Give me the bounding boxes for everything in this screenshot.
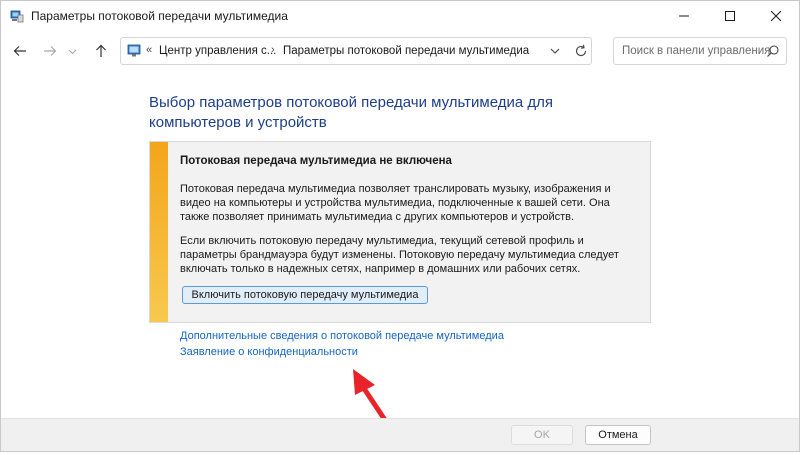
search-icon[interactable] <box>766 44 780 58</box>
media-streaming-window: Параметры потоковой передачи мультимедиа <box>0 0 800 452</box>
close-button[interactable] <box>753 1 799 31</box>
breadcrumb-separator[interactable]: › <box>271 44 275 56</box>
chevron-down-icon <box>68 49 76 54</box>
search-input[interactable]: Поиск в панели управления <box>613 37 787 65</box>
page-heading: Выбор параметров потоковой передачи муль… <box>149 94 554 131</box>
address-history-button[interactable] <box>547 43 563 59</box>
refresh-button[interactable] <box>573 43 589 59</box>
navigation-bar: « Центр управления с... › Параметры пото… <box>1 31 799 73</box>
back-button[interactable] <box>7 39 33 63</box>
arrow-left-icon <box>13 46 26 56</box>
breadcrumb-current-page[interactable]: Параметры потоковой передачи мультимедиа <box>283 45 529 57</box>
main-content: Выбор параметров потоковой передачи муль… <box>1 73 799 450</box>
minimize-icon <box>679 15 689 17</box>
control-panel-icon <box>127 44 141 58</box>
title-bar[interactable]: Параметры потоковой передачи мультимедиа <box>1 1 799 31</box>
media-streaming-icon <box>10 9 24 23</box>
privacy-statement-link[interactable]: Заявление о конфиденциальности <box>180 346 358 358</box>
panel-warning-text: Если включить потоковую передачу мультим… <box>180 235 619 275</box>
ok-button[interactable]: OK <box>511 425 573 445</box>
streaming-status-panel: Потоковая передача мультимедиа не включе… <box>149 141 651 323</box>
breadcrumb-control-center[interactable]: Центр управления с... <box>159 45 276 57</box>
recent-locations-button[interactable] <box>63 39 81 63</box>
maximize-button[interactable] <box>707 1 753 31</box>
enable-streaming-button[interactable]: Включить потоковую передачу мультимедиа <box>182 286 428 304</box>
address-overflow-chevron[interactable]: « <box>146 44 152 56</box>
close-icon <box>771 11 781 21</box>
chevron-down-icon <box>550 48 560 54</box>
search-placeholder: Поиск в панели управления <box>622 45 771 57</box>
minimize-button[interactable] <box>661 1 707 31</box>
cancel-button[interactable]: Отмена <box>585 425 651 445</box>
forward-button[interactable] <box>37 39 63 63</box>
maximize-icon <box>725 11 735 21</box>
panel-title: Потоковая передача мультимедиа не включе… <box>180 155 452 167</box>
up-button[interactable] <box>88 39 114 63</box>
dialog-footer: OK Отмена <box>1 418 799 451</box>
arrow-right-icon <box>44 46 57 56</box>
warning-stripe <box>150 142 168 322</box>
panel-description: Потоковая передача мультимедиа позволяет… <box>180 183 611 223</box>
address-bar[interactable]: « Центр управления с... › Параметры пото… <box>120 37 592 65</box>
refresh-icon <box>575 44 587 57</box>
window-title: Параметры потоковой передачи мультимедиа <box>31 9 288 23</box>
arrow-up-icon <box>96 44 106 57</box>
more-info-link[interactable]: Дополнительные сведения о потоковой пере… <box>180 330 504 342</box>
